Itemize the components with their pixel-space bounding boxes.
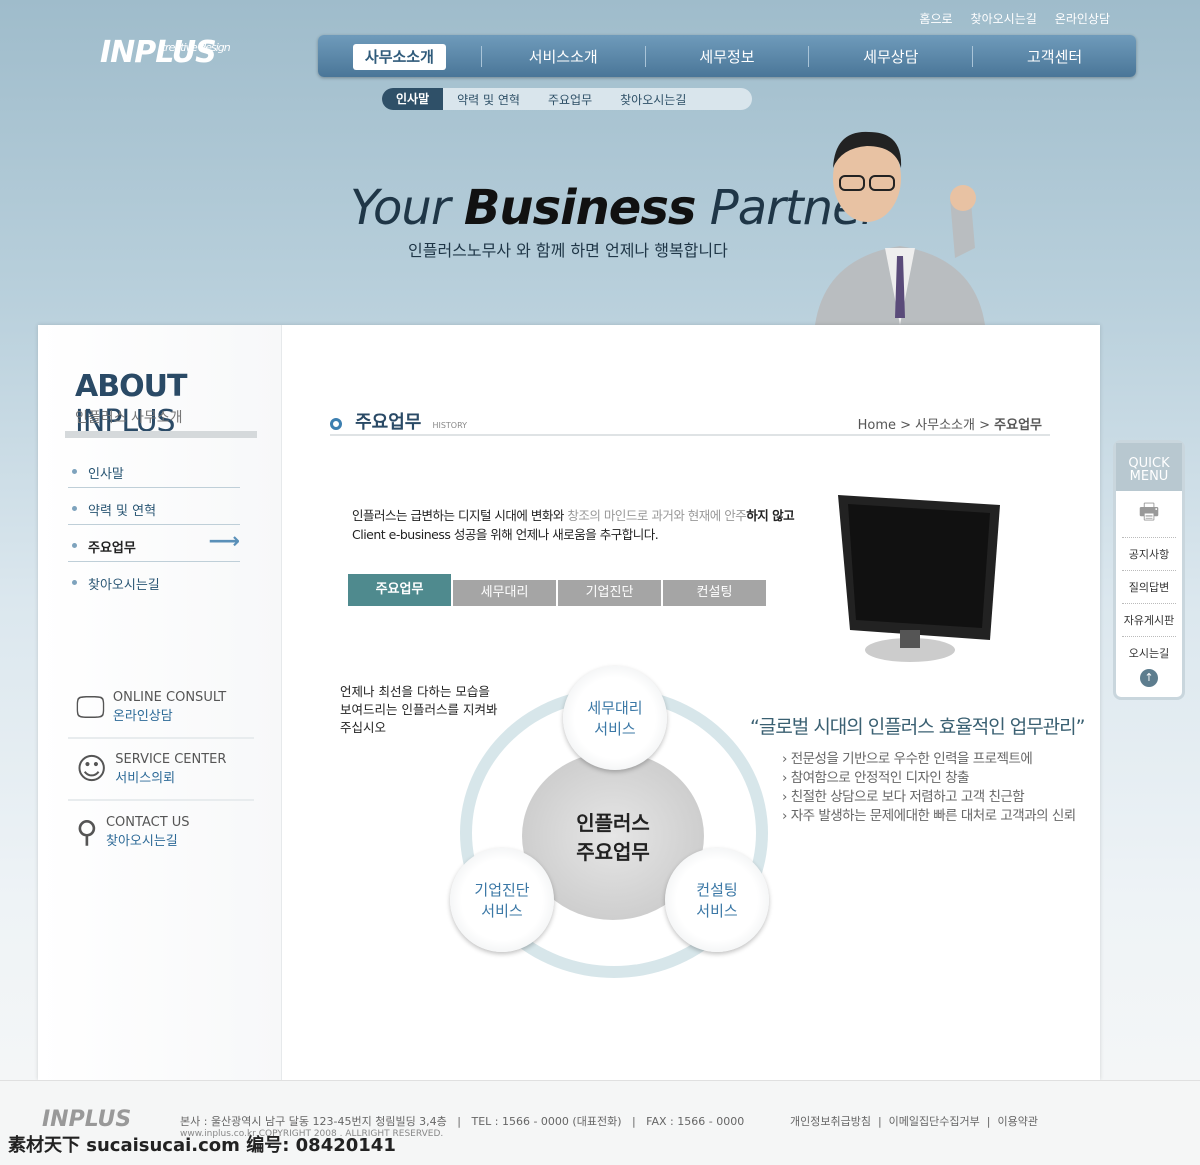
tab-tax-agent[interactable]: 세무대리 (453, 580, 556, 606)
node-diagnosis[interactable]: 기업진단 서비스 (450, 848, 554, 952)
arrow-right-icon: ⟶ (208, 529, 240, 554)
sidebar-subtitle: 인플러스 사무소개 (75, 410, 183, 426)
businessman-image (815, 131, 985, 325)
nav-tax-info[interactable]: 세무정보 (646, 45, 810, 67)
footer: INPLUS 본사 : 울산광역시 남구 달동 123-45번지 청림빌딩 3,… (0, 1080, 1200, 1165)
sidebar-menu: 인사말 약력 및 연혁 주요업무 ⟶ 찾아오시는길 (68, 451, 240, 599)
logo[interactable]: INPLUS creative design (100, 35, 231, 70)
tab-main-business[interactable]: 주요업무 (348, 574, 451, 606)
quick-menu: QUICK MENU 🖶 공지사항 질의답변 자유게시판 오시는길 ↑ (1113, 440, 1185, 700)
main-nav: 사무소소개 서비스소개 세무정보 세무상담 고객센터 (318, 35, 1136, 77)
quick-notice[interactable]: 공지사항 (1122, 538, 1176, 571)
tab-consulting[interactable]: 컨설팅 (663, 580, 766, 606)
quick-board[interactable]: 자유게시판 (1122, 604, 1176, 637)
printer-icon: 🖶 (1122, 491, 1176, 538)
banner-online-consult[interactable]: 🖵 ONLINE CONSULT 온라인상담 (68, 677, 254, 739)
quote: “글로벌 시대의 인플러스 효율적인 업무관리” (750, 716, 1085, 738)
monitor-image (838, 495, 1000, 662)
subnav-history[interactable]: 약력 및 연혁 (443, 91, 534, 108)
scroll-top-icon[interactable]: ↑ (1140, 669, 1158, 687)
content-header: 주요업무 HISTORY Home > 사무소소개 > 주요업무 (330, 408, 1050, 436)
sidebar: ABOUT INPLUS 인플러스 사무소개 인사말 약력 및 연혁 주요업무 ⟶… (38, 325, 282, 1080)
footer-terms[interactable]: 이용약관 (997, 1115, 1037, 1128)
speaking-face-icon: ☺ (76, 751, 108, 787)
breadcrumb-home[interactable]: Home (858, 418, 896, 433)
banner-service-center[interactable]: ☺ SERVICE CENTER 서비스의뢰 (68, 739, 254, 801)
footer-logo: INPLUS (42, 1107, 132, 1132)
node-consulting[interactable]: 컨설팅 서비스 (665, 848, 769, 952)
utility-nav: 홈으로 찾아오시는길 온라인상담 (901, 8, 1110, 27)
subnav-business[interactable]: 주요업무 (534, 91, 606, 108)
sidebar-item-business[interactable]: 주요업무 ⟶ (68, 525, 240, 562)
sidebar-item-history[interactable]: 약력 및 연혁 (68, 488, 240, 525)
page-title-en: HISTORY (432, 421, 468, 430)
footer-links: 개인정보취급방침 | 이메일집단수집거부 | 이용약관 (790, 1115, 1038, 1128)
bullet-item: › 자주 발생하는 문제에대한 빠른 대처로 고객과의 신뢰 (782, 808, 1076, 824)
sub-nav: 인사말 약력 및 연혁 주요업무 찾아오시는길 (382, 88, 752, 110)
util-consult[interactable]: 온라인상담 (1055, 12, 1110, 26)
diagram-note: 언제나 최선을 다하는 모습을 보여드리는 인플러스를 지켜봐주십시오 (340, 684, 498, 735)
nav-service[interactable]: 서비스소개 (482, 45, 646, 67)
tab-diagnosis[interactable]: 기업진단 (558, 580, 661, 606)
hero-title: Your Business Partner (350, 180, 880, 236)
node-tax-agent[interactable]: 세무대리 서비스 (563, 666, 667, 770)
monitor-search-icon: 🖵 (76, 689, 105, 725)
nav-tax-consult[interactable]: 세무상담 (809, 45, 974, 67)
bullet-list: › 전문성을 기반으로 우수한 인력을 프로젝트에 › 참여함으로 안정적인 디… (782, 750, 1076, 826)
bullet-item: › 친절한 상담으로 보다 저렴하고 고객 친근함 (782, 789, 1025, 805)
breadcrumb: Home > 사무소소개 > 주요업무 (857, 418, 1042, 433)
breadcrumb-about[interactable]: 사무소소개 (915, 418, 975, 433)
magnifier-icon: ⚲ (76, 814, 98, 850)
divider (65, 431, 257, 438)
subnav-greeting[interactable]: 인사말 (382, 88, 444, 110)
sidebar-item-directions[interactable]: 찾아오시는길 (68, 562, 240, 599)
quick-qna[interactable]: 질의답변 (1122, 571, 1176, 604)
footer-address: 본사 : 울산광역시 남구 달동 123-45번지 청림빌딩 3,4층 | TE… (180, 1115, 745, 1128)
circle-bullet-icon (330, 417, 342, 430)
breadcrumb-current: 주요업무 (994, 418, 1042, 433)
bullet-item: › 참여함으로 안정적인 디자인 창출 (782, 770, 969, 786)
page-title: 주요업무 (355, 412, 422, 433)
sidebar-banners: 🖵 ONLINE CONSULT 온라인상담 ☺ SERVICE CENTER 서비스의… (68, 677, 254, 863)
bullet-item: › 전문성을 기반으로 우수한 인력을 프로젝트에 (782, 751, 1033, 767)
sidebar-title: ABOUT INPLUS (75, 369, 187, 439)
footer-email[interactable]: 이메일집단수집거부 (889, 1115, 980, 1128)
quick-menu-title: QUICK MENU (1116, 443, 1182, 491)
watermark: 素材天下 sucaisucai.com 编号: 08420141 (8, 1135, 396, 1156)
util-directions[interactable]: 찾아오시는길 (971, 12, 1037, 26)
content-tabs: 주요업무 세무대리 기업진단 컨설팅 (348, 574, 768, 606)
util-home[interactable]: 홈으로 (919, 12, 952, 26)
hero-subtitle: 인플러스노무사 와 함께 하면 언제나 행복합니다 (408, 241, 728, 260)
quick-directions[interactable]: 오시는길 (1122, 637, 1176, 669)
subnav-directions[interactable]: 찾아오시는길 (606, 91, 700, 108)
sidebar-item-greeting[interactable]: 인사말 (68, 451, 240, 488)
nav-customer[interactable]: 고객센터 (973, 46, 1136, 67)
banner-contact[interactable]: ⚲ CONTACT US 찾아오시는길 (68, 801, 254, 863)
intro-text: 인플러스는 급변하는 디지털 시대에 변화와 창조의 마인드로 과거와 현재에 … (352, 508, 795, 542)
footer-privacy[interactable]: 개인정보취급방침 (790, 1115, 871, 1128)
nav-about[interactable]: 사무소소개 (318, 43, 482, 70)
